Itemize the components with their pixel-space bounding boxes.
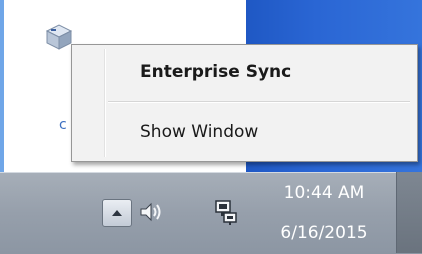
- show-hidden-icons-button[interactable]: [102, 199, 132, 227]
- enterprise-sync-app-icon[interactable]: [44, 22, 74, 52]
- window-edge: [0, 0, 4, 172]
- clock-date[interactable]: 6/16/2015: [262, 222, 386, 244]
- menu-item-show-window[interactable]: Show Window: [106, 119, 422, 145]
- show-desktop-button[interactable]: [396, 172, 422, 253]
- volume-icon[interactable]: [138, 200, 164, 224]
- network-icon[interactable]: [212, 198, 240, 226]
- context-menu: Enterprise Sync Show Window: [71, 44, 418, 162]
- menu-item-enterprise-sync[interactable]: Enterprise Sync: [106, 59, 422, 85]
- chevron-up-icon: [112, 210, 122, 216]
- menu-separator: [108, 101, 410, 103]
- desktop-partial-text: c: [59, 117, 67, 133]
- clock-time[interactable]: 10:44 AM: [262, 182, 386, 204]
